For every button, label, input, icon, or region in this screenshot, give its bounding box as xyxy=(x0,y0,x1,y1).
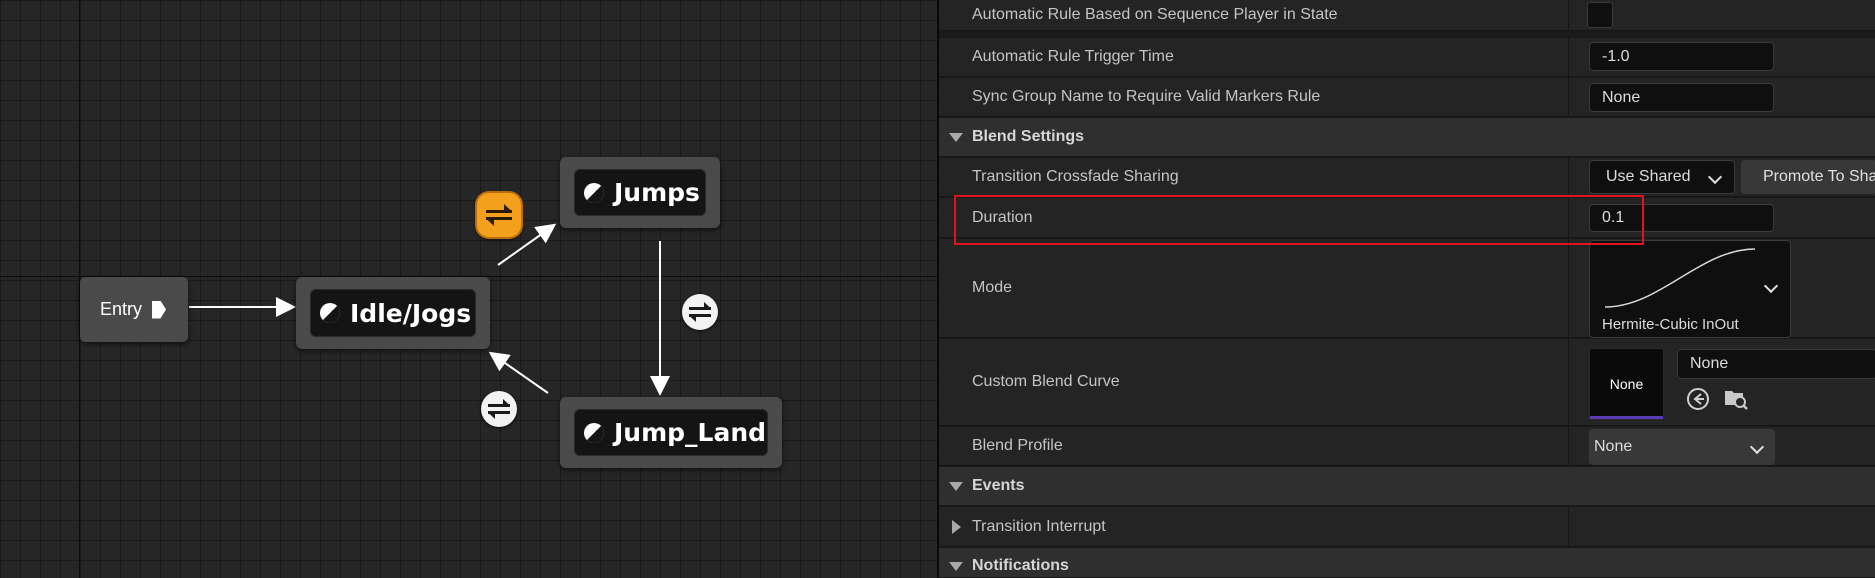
row-trigger-time: Automatic Rule Trigger Time -1.0 xyxy=(939,38,1875,77)
expand-arrow-icon xyxy=(952,520,961,534)
mode-label: Mode xyxy=(972,279,1013,296)
state-icon xyxy=(584,182,604,203)
state-name: Jump_Land xyxy=(614,418,767,447)
browse-asset-icon[interactable] xyxy=(1723,385,1749,411)
collapse-arrow-icon xyxy=(949,133,963,142)
row-crossfade-sharing: Transition Crossfade Sharing Use Shared … xyxy=(939,158,1875,197)
trigger-time-field[interactable]: -1.0 xyxy=(1589,42,1774,71)
sync-group-field[interactable]: None xyxy=(1589,83,1774,112)
entry-label: Entry xyxy=(100,299,143,319)
row-automatic-rule: Automatic Rule Based on Sequence Player … xyxy=(939,0,1875,31)
state-icon xyxy=(320,303,340,323)
blend-profile-label: Blend Profile xyxy=(972,437,1063,454)
state-node-jump-land[interactable]: Jump_Land xyxy=(560,397,782,468)
transition-icon-land-to-idle[interactable] xyxy=(481,391,517,427)
edge-land-to-idle xyxy=(488,351,549,394)
hermite-curve-icon xyxy=(1604,248,1756,308)
row-custom-blend-curve: Custom Blend Curve None None xyxy=(939,339,1875,426)
custom-blend-curve-label: Custom Blend Curve xyxy=(972,373,1120,390)
transition-icon-idle-to-jumps[interactable] xyxy=(477,193,521,237)
collapse-arrow-icon xyxy=(949,562,963,571)
section-title: Blend Settings xyxy=(972,128,1085,145)
section-title: Notifications xyxy=(972,557,1069,574)
section-title: Events xyxy=(972,477,1025,494)
trigger-time-label: Automatic Rule Trigger Time xyxy=(972,48,1174,65)
sync-group-label: Sync Group Name to Require Valid Markers… xyxy=(972,88,1321,105)
row-transition-interrupt[interactable]: Transition Interrupt xyxy=(939,507,1875,547)
blend-profile-dropdown[interactable]: None xyxy=(1589,429,1775,465)
state-node-idle-jogs[interactable]: Idle/Jogs xyxy=(296,277,490,349)
chevron-down-icon xyxy=(1749,439,1765,455)
section-blend-settings[interactable]: Blend Settings xyxy=(939,118,1875,157)
entry-node[interactable]: Entry xyxy=(80,277,188,342)
curve-asset-thumbnail[interactable]: None xyxy=(1589,348,1664,420)
row-blend-profile: Blend Profile None xyxy=(939,427,1875,466)
entry-arrow-icon xyxy=(152,300,167,319)
transition-icon-jumps-to-land[interactable] xyxy=(682,294,718,330)
row-mode: Mode Hermite-Cubic InOut xyxy=(939,239,1875,338)
use-selected-icon[interactable] xyxy=(1685,386,1711,412)
section-notifications[interactable]: Notifications xyxy=(939,548,1875,578)
duration-highlight-box xyxy=(954,195,1644,245)
collapse-arrow-icon xyxy=(949,482,963,491)
automatic-rule-label: Automatic Rule Based on Sequence Player … xyxy=(972,6,1338,23)
section-events[interactable]: Events xyxy=(939,467,1875,506)
transition-arrows-icon xyxy=(488,399,510,419)
crossfade-dropdown[interactable]: Use Shared xyxy=(1589,160,1735,194)
state-icon xyxy=(584,422,604,443)
row-sync-group: Sync Group Name to Require Valid Markers… xyxy=(939,78,1875,117)
automatic-rule-checkbox[interactable] xyxy=(1587,2,1613,28)
state-node-jumps[interactable]: Jumps xyxy=(560,157,720,228)
transition-arrows-icon xyxy=(689,302,711,322)
crossfade-label: Transition Crossfade Sharing xyxy=(972,168,1179,185)
promote-to-shared-button[interactable]: Promote To Shared xyxy=(1741,160,1875,194)
blend-mode-value: Hermite-Cubic InOut xyxy=(1602,316,1739,333)
state-machine-graph[interactable]: Entry Idle/Jogs Jumps Jump_Land xyxy=(0,0,937,578)
chevron-down-icon xyxy=(1707,169,1723,185)
transition-arrows-icon xyxy=(486,204,512,226)
blend-mode-picker[interactable]: Hermite-Cubic InOut xyxy=(1589,240,1791,338)
state-name: Idle/Jogs xyxy=(350,298,472,328)
state-name: Jumps xyxy=(614,178,700,207)
details-panel: Automatic Rule Based on Sequence Player … xyxy=(937,0,1875,578)
custom-curve-asset-picker[interactable]: None xyxy=(1677,349,1875,379)
transition-interrupt-label: Transition Interrupt xyxy=(972,518,1106,535)
